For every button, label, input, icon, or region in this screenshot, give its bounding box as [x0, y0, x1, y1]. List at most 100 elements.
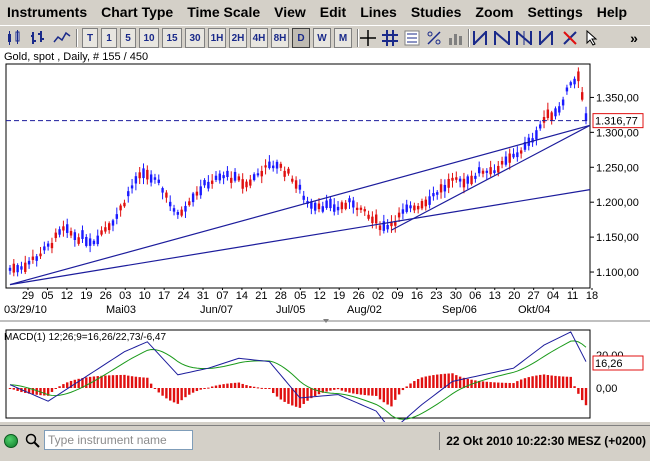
candle-body — [275, 161, 279, 169]
crosshair-icon[interactable] — [358, 28, 378, 48]
candle-body — [539, 124, 542, 129]
macd-histogram-bar — [188, 388, 191, 395]
parallel-lines-icon[interactable] — [514, 28, 534, 48]
macd-histogram-bar — [226, 383, 229, 388]
bar-chart-icon[interactable] — [28, 28, 48, 48]
candle-body — [584, 113, 588, 121]
macd-histogram-bar — [58, 386, 61, 388]
x-axis-month-label: Okt/04 — [518, 304, 550, 316]
candle-body — [424, 199, 427, 207]
channel-tool-icon[interactable] — [492, 28, 512, 48]
menu-help[interactable]: Help — [590, 0, 634, 24]
macd-histogram-bar — [275, 388, 279, 397]
candle-body — [413, 205, 416, 211]
candle-body — [115, 214, 119, 219]
grid-icon[interactable] — [380, 28, 400, 48]
x-axis-day-label: 18 — [586, 290, 598, 302]
macd-histogram-bar — [107, 375, 111, 388]
candle-body — [546, 109, 550, 119]
timeframe-button-1[interactable]: 1 — [101, 28, 117, 48]
percent-scale-icon[interactable] — [424, 28, 444, 48]
timeframe-button-t[interactable]: T — [82, 28, 98, 48]
macd-histogram-bar — [241, 383, 244, 388]
candlestick-chart-icon[interactable] — [4, 28, 24, 48]
menu-studies[interactable]: Studies — [404, 0, 469, 24]
macd-histogram-bar — [371, 388, 374, 396]
candle-body — [512, 153, 515, 158]
price-chart[interactable]: Gold, spot , Daily, # 155 / 450 1.350,00 1… — [0, 48, 650, 422]
menu-edit[interactable]: Edit — [313, 0, 353, 24]
toolbar-more-button[interactable]: » — [624, 28, 644, 48]
macd-histogram-bar — [12, 388, 16, 390]
candle-body — [336, 206, 340, 211]
candle-body — [333, 204, 336, 212]
timeframe-button-2h[interactable]: 2H — [229, 28, 247, 48]
macd-histogram-bar — [165, 388, 168, 399]
candle-body — [24, 262, 27, 272]
price-scale-icon[interactable] — [402, 28, 422, 48]
menu-chart-type[interactable]: Chart Type — [94, 0, 180, 24]
menu-lines[interactable]: Lines — [353, 0, 404, 24]
chart-panel[interactable]: Gold, spot , Daily, # 155 / 450 1.350,00 1… — [0, 48, 650, 422]
instrument-search-input[interactable] — [44, 430, 193, 450]
timeframe-button-10[interactable]: 10 — [139, 28, 159, 48]
macd-histogram-bar — [119, 374, 122, 388]
macd-histogram-bar — [554, 375, 557, 388]
price-plot-frame[interactable] — [5, 63, 591, 289]
candle-body — [130, 185, 134, 189]
timeframe-button-8h[interactable]: 8H — [271, 28, 289, 48]
timeframe-button-d[interactable]: D — [292, 28, 310, 48]
x-axis-month-label: Sep/06 — [442, 304, 477, 316]
menu-settings[interactable]: Settings — [521, 0, 590, 24]
macd-histogram-bar — [542, 374, 546, 388]
menu-instruments[interactable]: Instruments — [0, 0, 94, 24]
timeframe-button-w[interactable]: W — [313, 28, 331, 48]
candle-body — [31, 256, 35, 260]
fibonacci-icon[interactable] — [536, 28, 556, 48]
x-axis-day-label: 29 — [22, 290, 34, 302]
candle-body — [69, 230, 73, 236]
y-axis-tick-label: 1.200,00 — [596, 197, 639, 209]
candle-body — [62, 226, 65, 231]
trendline-tool-icon[interactable] — [470, 28, 490, 48]
candle-body — [470, 175, 473, 185]
timeframe-button-5[interactable]: 5 — [120, 28, 136, 48]
macd-histogram-bar — [245, 385, 248, 388]
candle-body — [107, 223, 111, 231]
y-axis-tick-label: 1.100,00 — [596, 267, 639, 279]
macd-histogram-bar — [527, 377, 530, 388]
timeframe-button-4h[interactable]: 4H — [250, 28, 268, 48]
candle-body — [27, 260, 31, 265]
macd-histogram-bar — [264, 388, 267, 389]
candle-body — [298, 184, 302, 190]
macd-histogram-bar — [43, 388, 46, 396]
delete-lines-icon[interactable] — [560, 28, 580, 48]
macd-histogram-bar — [405, 386, 408, 388]
macd-histogram-bar — [416, 379, 420, 388]
macd-histogram-bar — [382, 388, 386, 403]
macd-histogram-bar — [458, 376, 462, 388]
timeframe-button-m[interactable]: M — [334, 28, 352, 48]
volume-icon[interactable] — [446, 28, 466, 48]
timeframe-button-30[interactable]: 30 — [185, 28, 205, 48]
macd-histogram-bar — [409, 383, 412, 388]
candle-body — [325, 200, 328, 208]
candle-body — [477, 167, 481, 174]
menu-time-scale[interactable]: Time Scale — [180, 0, 267, 24]
pointer-tool-icon[interactable] — [582, 28, 602, 48]
timeframe-button-1h[interactable]: 1H — [208, 28, 226, 48]
macd-plot-frame[interactable] — [5, 329, 591, 419]
x-axis-day-label: 30 — [450, 290, 462, 302]
candle-body — [96, 235, 99, 245]
macd-histogram-bar — [85, 377, 88, 388]
timeframe-button-15[interactable]: 15 — [162, 28, 182, 48]
candle-body — [134, 176, 138, 184]
line-chart-icon[interactable] — [52, 28, 72, 48]
candle-body — [268, 161, 271, 169]
macd-histogram-bar — [111, 375, 115, 388]
candle-body — [371, 216, 374, 224]
menu-view[interactable]: View — [267, 0, 313, 24]
menu-zoom[interactable]: Zoom — [468, 0, 520, 24]
macd-histogram-bar — [329, 388, 332, 391]
candle-body — [287, 168, 290, 174]
